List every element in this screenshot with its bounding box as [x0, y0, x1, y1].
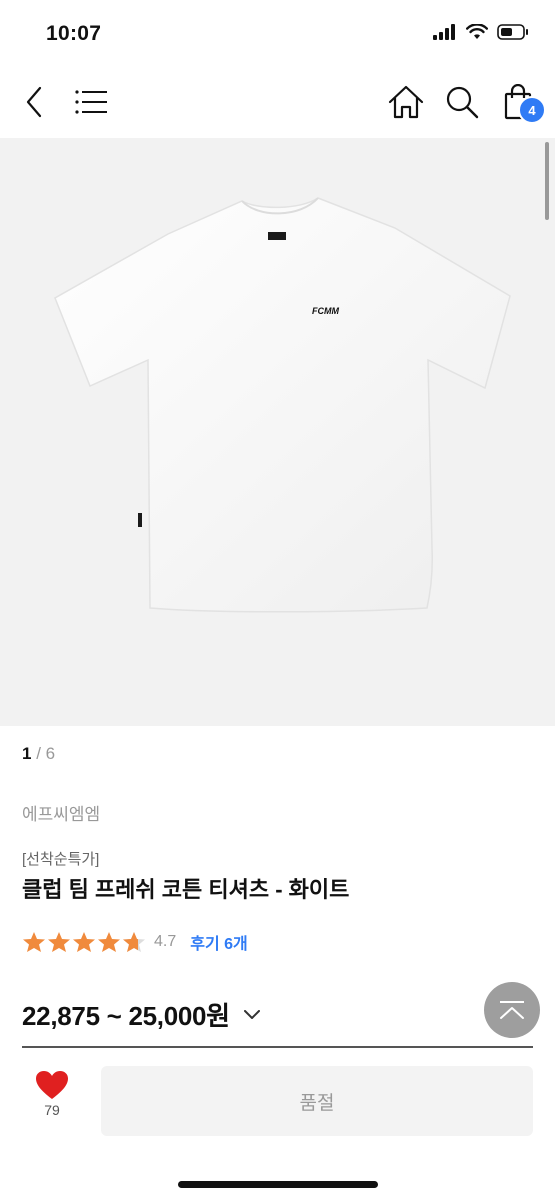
review-link[interactable]: 후기 6개	[190, 930, 248, 954]
pager-separator: /	[31, 744, 46, 763]
wifi-icon	[466, 24, 488, 39]
brand-name[interactable]: 에프씨엠엠	[22, 800, 100, 825]
star-icon	[48, 932, 70, 952]
home-icon	[388, 85, 424, 119]
product-title: 클럽 팀 프레쉬 코튼 티셔츠 - 화이트	[22, 877, 350, 902]
wishlist-button[interactable]: 79	[22, 1070, 82, 1118]
pager-total: 6	[45, 744, 56, 763]
menu-icon	[75, 90, 107, 114]
status-icons	[433, 24, 529, 40]
status-bar: 10:07	[0, 0, 555, 66]
divider	[22, 1046, 533, 1048]
home-button[interactable]	[386, 82, 426, 122]
heart-icon	[36, 1071, 68, 1099]
star-half-icon	[123, 932, 145, 952]
back-button[interactable]	[14, 80, 54, 124]
scroll-top-button[interactable]	[484, 982, 540, 1038]
status-time: 10:07	[46, 22, 102, 45]
search-icon	[446, 86, 479, 119]
shirt-logo: FCMM	[312, 306, 339, 316]
menu-button[interactable]	[72, 82, 112, 122]
scroll-indicator[interactable]	[545, 142, 549, 220]
nav-bar: 4	[0, 66, 555, 138]
chevron-down-icon	[243, 1009, 260, 1019]
rating-row: 4.7 후기 6개	[22, 930, 248, 954]
cart-count-badge: 4	[518, 96, 546, 124]
soldout-button[interactable]: 품절	[101, 1066, 533, 1136]
battery-icon	[497, 24, 528, 40]
price-selector[interactable]: 22,875 ~ 25,000원	[22, 996, 260, 1033]
cart-button[interactable]: 4	[498, 80, 546, 124]
tshirt-image: FCMM	[54, 197, 511, 613]
star-icon	[73, 932, 95, 952]
search-button[interactable]	[442, 82, 482, 122]
wish-count: 79	[44, 1102, 60, 1118]
star-rating	[22, 931, 146, 953]
promo-tag: [선착순특가]	[22, 851, 100, 868]
scroll-top-icon	[500, 1001, 524, 1019]
back-icon	[26, 86, 42, 118]
star-icon	[98, 932, 120, 952]
price-range: 22,875 ~ 25,000원	[22, 1001, 230, 1031]
rating-value: 4.7	[154, 933, 177, 950]
product-image-gallery[interactable]: FCMM	[0, 138, 555, 726]
signal-icon	[433, 24, 455, 40]
home-indicator	[178, 1181, 378, 1188]
image-pager: 1 / 6	[22, 744, 55, 764]
star-icon	[23, 932, 45, 952]
